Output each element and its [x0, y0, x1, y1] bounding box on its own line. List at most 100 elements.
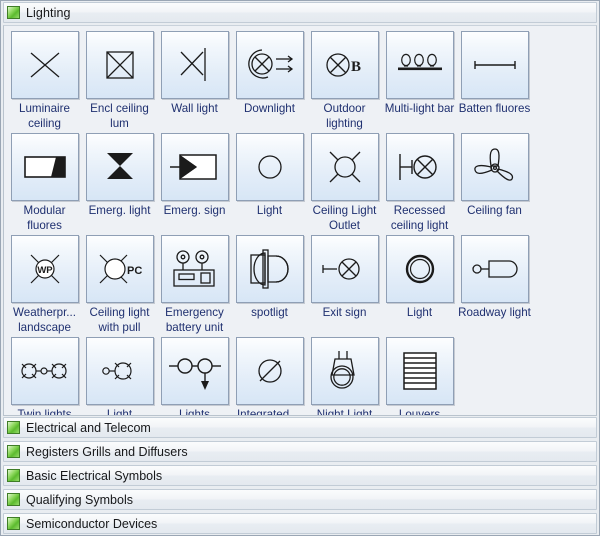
shape-item[interactable]: Multi-light bar — [382, 31, 457, 131]
stencil-category-row[interactable]: Registers Grills and Diffusers — [3, 441, 597, 462]
shape-label: Light — [382, 305, 458, 320]
ceiling-fan-icon[interactable] — [461, 133, 529, 201]
shape-label: Ceiling Light Outlet — [307, 203, 383, 233]
stencil-header-title: Lighting — [26, 6, 71, 20]
emergency-sign-icon[interactable] — [161, 133, 229, 201]
stencil-category-label: Basic Electrical Symbols — [26, 469, 162, 483]
svg-text:B: B — [351, 59, 361, 75]
shape-item[interactable]: Light — [232, 133, 307, 233]
shape-label: Modular fluores — [7, 203, 83, 233]
shape-item[interactable]: PC Ceiling light with pull — [82, 235, 157, 335]
shape-item[interactable]: spotligt — [232, 235, 307, 335]
wall-light-icon[interactable] — [161, 31, 229, 99]
shape-item[interactable]: WPWeatherpr... landscape — [7, 235, 82, 335]
stencil-category-row[interactable]: Semiconductor Devices — [3, 513, 597, 534]
stencil-panel: Lighting Luminaire ceilingEncl ceiling l… — [0, 0, 600, 536]
shape-item[interactable]: Twin lights — [7, 337, 82, 416]
shape-item[interactable]: B Outdoor lighting — [307, 31, 382, 131]
shape-label: Emergency battery unit — [157, 305, 233, 335]
circle-x-b-icon[interactable]: B — [311, 31, 379, 99]
shape-label: Ceiling fan — [457, 203, 533, 218]
shape-item[interactable]: Light — [382, 235, 457, 335]
roadway-light-icon[interactable] — [461, 235, 529, 303]
shape-label: Lights — [157, 407, 233, 416]
stencil-header-lighting[interactable]: Lighting — [3, 2, 597, 23]
shape-label: Outdoor lighting — [307, 101, 383, 131]
shape-item[interactable]: Batten fluores — [457, 31, 532, 131]
boxed-x-icon[interactable] — [86, 31, 154, 99]
shape-label: Night Light — [307, 407, 383, 416]
spotlight-icon[interactable] — [236, 235, 304, 303]
shape-item[interactable]: Ceiling Light Outlet — [307, 133, 382, 233]
stencil-green-icon — [7, 6, 20, 19]
crossed-circle-icon[interactable] — [236, 337, 304, 405]
shape-item[interactable]: Emerg. sign — [157, 133, 232, 233]
shape-item[interactable]: Light — [82, 337, 157, 416]
shape-label: Recessed ceiling light — [382, 203, 458, 233]
shape-label: Exit sign — [307, 305, 383, 320]
pc-circle-icon[interactable]: PC — [86, 235, 154, 303]
battery-unit-icon[interactable] — [161, 235, 229, 303]
shape-label: Light — [82, 407, 158, 416]
category-list: Electrical and Telecom Registers Grills a… — [3, 417, 597, 534]
shape-label: Roadway light — [457, 305, 533, 320]
shape-label: Weatherpr... landscape — [7, 305, 83, 335]
shape-item[interactable]: Wall light — [157, 31, 232, 131]
stencil-category-label: Semiconductor Devices — [26, 517, 157, 531]
small-node-light-icon[interactable] — [86, 337, 154, 405]
stencil-category-label: Qualifying Symbols — [26, 493, 133, 507]
shape-item[interactable]: Emergency battery unit — [157, 235, 232, 335]
shape-item[interactable]: Emerg. light — [82, 133, 157, 233]
stencil-green-icon — [7, 469, 20, 482]
circle-outline-icon[interactable] — [236, 133, 304, 201]
bowtie-vertical-icon[interactable] — [86, 133, 154, 201]
shape-label: Emerg. light — [82, 203, 158, 218]
shape-label: Twin lights — [7, 407, 83, 416]
stencil-category-label: Electrical and Telecom — [26, 421, 151, 435]
downlight-arrows-icon[interactable] — [236, 31, 304, 99]
shape-item[interactable]: Ceiling fan — [457, 133, 532, 233]
shape-item[interactable]: Luminaire ceiling — [7, 31, 82, 131]
shape-label: spotligt — [232, 305, 308, 320]
wp-circle-icon[interactable]: WP — [11, 235, 79, 303]
shape-label: Batten fluores — [457, 101, 533, 116]
louvers-icon[interactable] — [386, 337, 454, 405]
shape-item[interactable]: Modular fluores — [7, 133, 82, 233]
twin-lights-icon[interactable] — [11, 337, 79, 405]
shape-item[interactable]: Louvers — [382, 337, 457, 416]
night-light-icon[interactable] — [311, 337, 379, 405]
lights-arrow-icon[interactable] — [161, 337, 229, 405]
circle-x-rays-icon[interactable] — [311, 133, 379, 201]
shape-item[interactable]: Downlight — [232, 31, 307, 131]
shape-gallery[interactable]: Luminaire ceilingEncl ceiling lumWall li… — [3, 25, 597, 416]
shape-label: Multi-light bar — [382, 101, 458, 116]
stencil-category-row[interactable]: Basic Electrical Symbols — [3, 465, 597, 486]
stencil-category-label: Registers Grills and Diffusers — [26, 445, 188, 459]
shape-item[interactable]: Recessed ceiling light — [382, 133, 457, 233]
shape-label: Ceiling light with pull — [82, 305, 158, 335]
double-circle-icon[interactable] — [386, 235, 454, 303]
stencil-green-icon — [7, 517, 20, 530]
batten-line-icon[interactable] — [461, 31, 529, 99]
multi-light-bar-icon[interactable] — [386, 31, 454, 99]
x-cross-icon[interactable] — [11, 31, 79, 99]
shape-item[interactable]: Integrated ... — [232, 337, 307, 416]
modular-rect-icon[interactable] — [11, 133, 79, 201]
shape-item[interactable]: Exit sign — [307, 235, 382, 335]
shape-item[interactable]: Roadway light — [457, 235, 532, 335]
stencil-green-icon — [7, 445, 20, 458]
shape-label: Downlight — [232, 101, 308, 116]
svg-text:PC: PC — [127, 265, 142, 277]
shape-item[interactable]: Encl ceiling lum — [82, 31, 157, 131]
shape-label: Louvers — [382, 407, 458, 416]
stencil-category-row[interactable]: Electrical and Telecom — [3, 417, 597, 438]
stencil-green-icon — [7, 493, 20, 506]
recessed-bracket-icon[interactable] — [386, 133, 454, 201]
exit-sign-icon[interactable] — [311, 235, 379, 303]
shape-grid: Luminaire ceilingEncl ceiling lumWall li… — [4, 26, 596, 416]
stencil-green-icon — [7, 421, 20, 434]
shape-label: Light — [232, 203, 308, 218]
stencil-category-row[interactable]: Qualifying Symbols — [3, 489, 597, 510]
shape-item[interactable]: Lights — [157, 337, 232, 416]
shape-item[interactable]: Night Light — [307, 337, 382, 416]
